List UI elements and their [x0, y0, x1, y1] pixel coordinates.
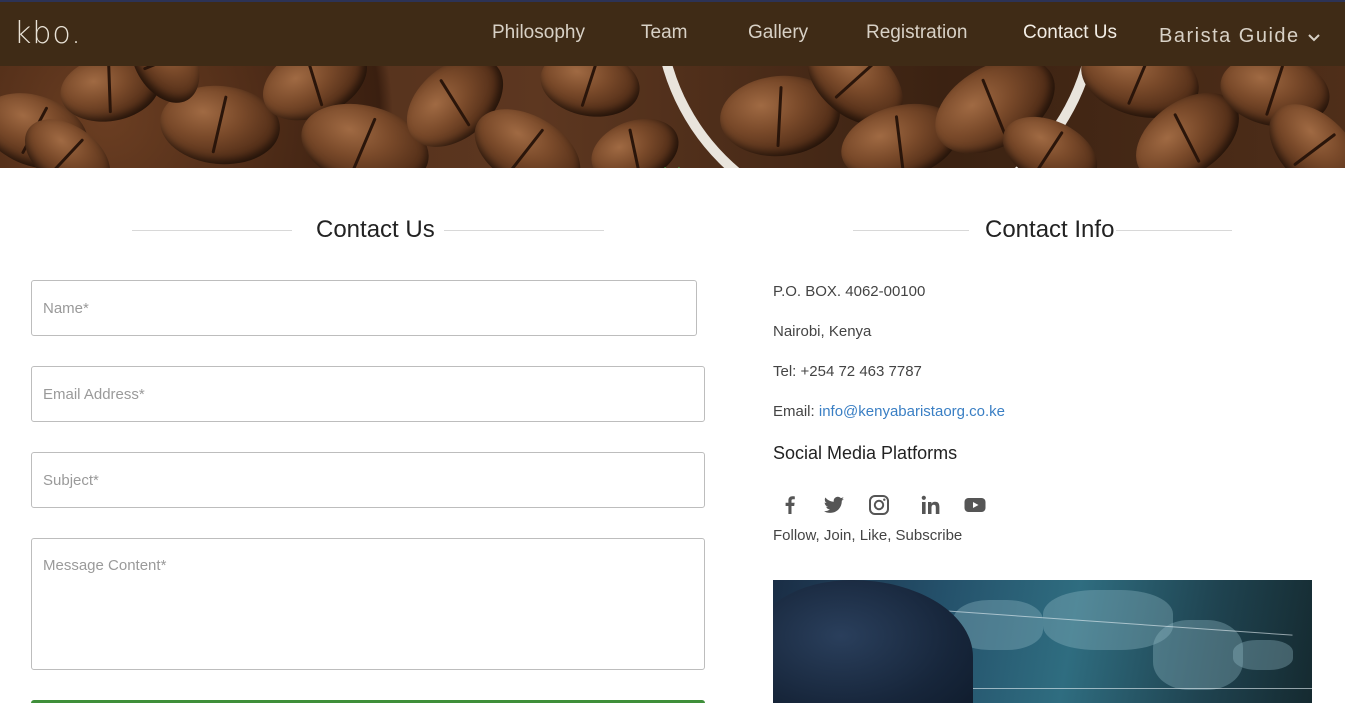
- nav-item-registration[interactable]: Registration: [866, 22, 967, 44]
- name-field[interactable]: [31, 280, 697, 336]
- nav-item-contact-us[interactable]: Contact Us: [1023, 22, 1117, 44]
- nav-dropdown-label: Barista Guide: [1159, 25, 1300, 47]
- chevron-down-icon: [1307, 25, 1320, 48]
- email-field[interactable]: [31, 366, 705, 422]
- message-field[interactable]: [31, 538, 705, 670]
- nav-item-gallery[interactable]: Gallery: [748, 22, 808, 44]
- social-media-title: Social Media Platforms: [773, 443, 958, 463]
- email-label: Email:: [773, 403, 815, 420]
- linkedin-icon[interactable]: [919, 493, 943, 517]
- telephone: Tel: +254 72 463 7787: [773, 363, 922, 380]
- email-link[interactable]: info@kenyabaristaorg.co.ke: [819, 403, 1005, 420]
- nav-dropdown-barista-guide[interactable]: Barista Guide: [1159, 25, 1320, 48]
- nav-item-philosophy[interactable]: Philosophy: [492, 22, 585, 44]
- info-heading-divider-right: [1116, 230, 1232, 231]
- scroll-down-chevron-icon[interactable]: [662, 166, 682, 168]
- site-logo[interactable]: kbo.: [14, 16, 82, 51]
- nav-item-team[interactable]: Team: [641, 22, 687, 44]
- twitter-icon[interactable]: [822, 493, 846, 517]
- email-line: Email: info@kenyabaristaorg.co.ke: [773, 403, 1005, 420]
- po-box: P.O. BOX. 4062-00100: [773, 283, 926, 300]
- heading-divider-left: [132, 230, 292, 231]
- youtube-icon[interactable]: [963, 493, 987, 517]
- instagram-icon[interactable]: [867, 493, 891, 517]
- subject-field[interactable]: [31, 452, 705, 508]
- contact-us-title: Contact Us: [316, 216, 435, 243]
- heading-divider-right: [444, 230, 604, 231]
- info-heading-divider-left: [853, 230, 969, 231]
- promo-image-world-map: [773, 580, 1312, 703]
- navbar: kbo. Philosophy Team Gallery Registratio…: [0, 0, 1345, 66]
- hero-banner-coffee-beans: [0, 66, 1345, 168]
- social-caption: Follow, Join, Like, Subscribe: [773, 527, 963, 544]
- contact-info-title: Contact Info: [985, 216, 1115, 243]
- city: Nairobi, Kenya: [773, 323, 872, 340]
- facebook-icon[interactable]: [778, 493, 802, 517]
